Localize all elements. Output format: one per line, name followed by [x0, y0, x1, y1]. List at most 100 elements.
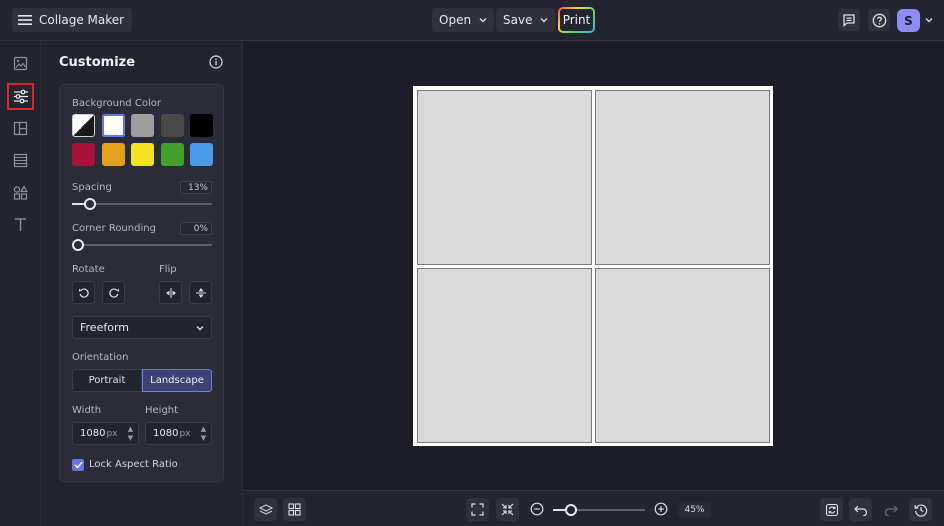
rail-item-customize[interactable] — [7, 83, 34, 110]
fit-to-screen-button[interactable] — [466, 498, 489, 521]
collage-cell[interactable] — [595, 268, 770, 443]
rail-item-text[interactable] — [7, 211, 34, 238]
color-swatch[interactable] — [72, 114, 95, 137]
lock-aspect-label[interactable]: Lock Aspect Ratio — [89, 459, 178, 470]
width-unit: px — [106, 428, 118, 439]
top-bar: Collage Maker Open Save Print S — [0, 0, 944, 41]
width-value: 1080 — [80, 428, 106, 439]
comment-icon — [842, 13, 856, 27]
height-field[interactable]: 1080 px ▲ ▼ — [145, 422, 212, 445]
corner-rounding-slider-thumb[interactable] — [72, 239, 84, 251]
color-swatch[interactable] — [131, 114, 154, 137]
collage-cell[interactable] — [595, 90, 770, 265]
width-stepper[interactable]: ▲ ▼ — [126, 425, 135, 442]
flip-vertical-icon — [195, 287, 207, 299]
orientation-portrait-button[interactable]: Portrait — [72, 369, 142, 392]
layout-style-select[interactable]: Freeform — [72, 316, 212, 339]
layout-icon — [13, 121, 28, 136]
rail-item-textures[interactable] — [7, 147, 34, 174]
checkmark-icon — [73, 461, 83, 469]
height-stepper[interactable]: ▲ ▼ — [199, 425, 208, 442]
undo-button[interactable] — [849, 498, 872, 521]
flip-horizontal-button[interactable] — [159, 281, 182, 304]
info-icon[interactable] — [209, 55, 223, 69]
flip-vertical-button[interactable] — [189, 281, 212, 304]
collage-cell[interactable] — [417, 268, 592, 443]
color-swatch[interactable] — [190, 114, 213, 137]
zoom-out-icon[interactable] — [530, 502, 544, 516]
rotate-left-button[interactable] — [72, 281, 95, 304]
save-label: Save — [503, 13, 533, 27]
shapes-icon — [13, 185, 28, 200]
corner-rounding-value[interactable]: 0% — [180, 222, 212, 235]
zoom-in-icon[interactable] — [654, 502, 668, 516]
color-swatch[interactable] — [131, 143, 154, 166]
texture-icon — [13, 153, 28, 168]
actual-size-button[interactable] — [496, 498, 519, 521]
spacing-slider-thumb[interactable] — [84, 198, 97, 210]
flip-horizontal-icon — [165, 287, 177, 299]
canvas-stage — [243, 41, 944, 490]
rotate-right-button[interactable] — [102, 281, 125, 304]
spacing-value[interactable]: 13% — [180, 181, 212, 194]
customize-panel: Customize Background Color Spacing 13% C… — [41, 41, 243, 526]
save-menu-button[interactable]: Save — [496, 8, 556, 32]
redo-button[interactable] — [879, 498, 902, 521]
rail-item-layouts[interactable] — [7, 115, 34, 142]
height-label: Height — [145, 405, 179, 416]
stepper-down-icon[interactable]: ▼ — [201, 434, 206, 442]
rotate-right-icon — [108, 287, 120, 299]
stepper-up-icon[interactable]: ▲ — [201, 425, 206, 433]
corner-rounding-slider-track[interactable] — [72, 244, 212, 246]
spacing-label: Spacing — [72, 182, 112, 193]
chevron-down-icon — [540, 17, 548, 23]
background-color-label: Background Color — [72, 98, 161, 109]
chevron-down-icon — [479, 17, 487, 23]
open-label: Open — [439, 13, 472, 27]
collage-canvas[interactable] — [413, 86, 773, 446]
app-menu-button[interactable]: Collage Maker — [12, 8, 133, 32]
stepper-up-icon[interactable]: ▲ — [128, 425, 133, 433]
grid-view-button[interactable] — [283, 498, 306, 521]
layers-icon — [258, 503, 273, 517]
color-swatch[interactable] — [160, 143, 184, 166]
zoom-slider-thumb[interactable] — [565, 504, 578, 516]
redo-icon — [884, 504, 898, 516]
stepper-down-icon[interactable]: ▼ — [128, 434, 133, 442]
layout-style-value: Freeform — [80, 321, 129, 334]
rotate-left-icon — [78, 287, 90, 299]
hamburger-icon — [18, 14, 32, 26]
image-icon — [13, 56, 28, 71]
expand-icon — [471, 503, 484, 516]
height-unit: px — [179, 428, 191, 439]
chevron-down-icon — [196, 325, 204, 331]
help-button[interactable] — [868, 9, 890, 31]
zoom-value[interactable]: 45% — [678, 502, 711, 517]
width-label: Width — [72, 405, 102, 416]
compress-icon — [501, 503, 514, 516]
open-menu-button[interactable]: Open — [432, 8, 495, 32]
color-swatch[interactable] — [160, 114, 184, 137]
color-swatch[interactable] — [101, 143, 125, 166]
lock-aspect-checkbox[interactable] — [72, 459, 84, 471]
chevron-down-icon[interactable] — [925, 17, 933, 23]
replace-button[interactable] — [820, 498, 843, 521]
color-swatch[interactable] — [190, 143, 213, 166]
layers-button[interactable] — [254, 498, 277, 521]
color-swatch[interactable] — [101, 114, 125, 137]
height-value: 1080 — [153, 428, 179, 439]
comments-button[interactable] — [838, 9, 860, 31]
print-button[interactable]: Print — [558, 7, 595, 33]
refresh-icon — [825, 503, 839, 517]
history-button[interactable] — [909, 498, 932, 521]
color-swatch[interactable] — [72, 143, 95, 166]
orientation-landscape-button[interactable]: Landscape — [142, 369, 212, 392]
collage-cell[interactable] — [417, 90, 592, 265]
user-avatar[interactable]: S — [897, 9, 920, 32]
help-icon — [872, 13, 887, 28]
rail-item-graphics[interactable] — [7, 179, 34, 206]
print-label: Print — [560, 9, 593, 31]
rail-item-photos[interactable] — [7, 50, 34, 77]
width-field[interactable]: 1080 px ▲ ▼ — [72, 422, 139, 445]
customize-card: Background Color Spacing 13% Corner Roun… — [59, 84, 224, 482]
